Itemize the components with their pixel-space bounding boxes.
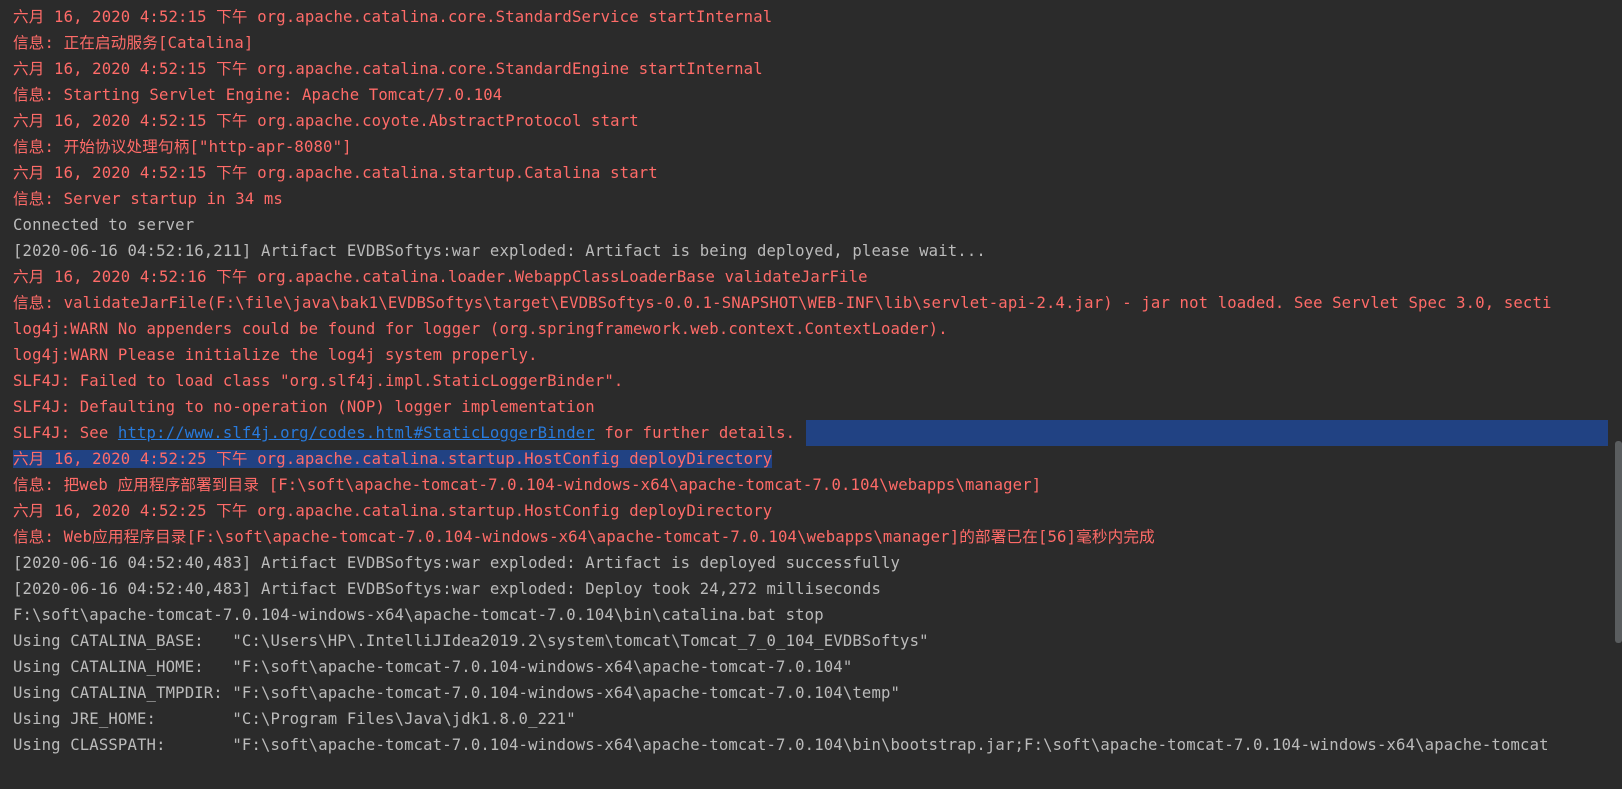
console-line: 信息: validateJarFile(F:\file\java\bak1\EV… <box>0 290 1622 316</box>
console-line-text: 信息: 把web 应用程序部署到目录 [F:\soft\apache-tomca… <box>13 476 1042 494</box>
console-line: [2020-06-16 04:52:40,483] Artifact EVDBS… <box>0 550 1622 576</box>
console-line: [2020-06-16 04:52:40,483] Artifact EVDBS… <box>0 576 1622 602</box>
console-line: F:\soft\apache-tomcat-7.0.104-windows-x6… <box>0 602 1622 628</box>
console-line: [2020-06-16 04:52:16,211] Artifact EVDBS… <box>0 238 1622 264</box>
console-line-text: [2020-06-16 04:52:40,483] Artifact EVDBS… <box>13 554 901 572</box>
console-line: 信息: 正在启动服务[Catalina] <box>0 30 1622 56</box>
console-line: 信息: Server startup in 34 ms <box>0 186 1622 212</box>
vertical-scrollbar[interactable] <box>1608 0 1622 789</box>
console-line-text: Using JRE_HOME: "C:\Program Files\Java\j… <box>13 710 576 728</box>
console-line-text: 信息: Web应用程序目录[F:\soft\apache-tomcat-7.0.… <box>13 528 1155 546</box>
console-line-text: log4j:WARN No appenders could be found f… <box>13 320 948 338</box>
console-line-text: 六月 16, 2020 4:52:25 下午 org.apache.catali… <box>13 502 773 520</box>
console-line-text: [2020-06-16 04:52:40,483] Artifact EVDBS… <box>13 580 881 598</box>
console-line: 六月 16, 2020 4:52:25 下午 org.apache.catali… <box>0 446 1622 472</box>
console-line-text: F:\soft\apache-tomcat-7.0.104-windows-x6… <box>13 606 824 624</box>
console-line: 六月 16, 2020 4:52:15 下午 org.apache.catali… <box>0 160 1622 186</box>
console-line: 六月 16, 2020 4:52:15 下午 org.apache.coyote… <box>0 108 1622 134</box>
console-line-text: 信息: 正在启动服务[Catalina] <box>13 34 254 52</box>
console-line-text: 信息: validateJarFile(F:\file\java\bak1\EV… <box>13 294 1552 312</box>
console-line: log4j:WARN Please initialize the log4j s… <box>0 342 1622 368</box>
console-line: 六月 16, 2020 4:52:16 下午 org.apache.catali… <box>0 264 1622 290</box>
console-line-text: 六月 16, 2020 4:52:15 下午 org.apache.catali… <box>13 8 773 26</box>
console-line: SLF4J: Defaulting to no-operation (NOP) … <box>0 394 1622 420</box>
console-line-text: 信息: Starting Servlet Engine: Apache Tomc… <box>13 86 503 104</box>
console-line: 信息: 开始协议处理句柄["http-apr-8080"] <box>0 134 1622 160</box>
console-line-text: 六月 16, 2020 4:52:25 下午 org.apache.catali… <box>13 450 773 468</box>
console-line-text: [2020-06-16 04:52:16,211] Artifact EVDBS… <box>13 242 986 260</box>
console-line: SLF4J: Failed to load class "org.slf4j.i… <box>0 368 1622 394</box>
console-line: log4j:WARN No appenders could be found f… <box>0 316 1622 342</box>
console-line: Using JRE_HOME: "C:\Program Files\Java\j… <box>0 706 1622 732</box>
run-console[interactable]: 六月 16, 2020 4:52:15 下午 org.apache.catali… <box>0 0 1622 789</box>
console-line-text: SLF4J: See <box>13 424 118 442</box>
console-line-text: Using CATALINA_HOME: "F:\soft\apache-tom… <box>13 658 853 676</box>
console-output[interactable]: 六月 16, 2020 4:52:15 下午 org.apache.catali… <box>0 4 1622 758</box>
console-line: 信息: Web应用程序目录[F:\soft\apache-tomcat-7.0.… <box>0 524 1622 550</box>
console-line-text: Using CATALINA_BASE: "C:\Users\HP\.Intel… <box>13 632 929 650</box>
console-line-text: SLF4J: Defaulting to no-operation (NOP) … <box>13 398 595 416</box>
console-line: 信息: 把web 应用程序部署到目录 [F:\soft\apache-tomca… <box>0 472 1622 498</box>
console-line-text: 六月 16, 2020 4:52:16 下午 org.apache.catali… <box>13 268 868 286</box>
console-line-text: SLF4J: Failed to load class "org.slf4j.i… <box>13 372 624 390</box>
console-line: Using CLASSPATH: "F:\soft\apache-tomcat-… <box>0 732 1622 758</box>
console-line-text: 六月 16, 2020 4:52:15 下午 org.apache.coyote… <box>13 112 639 130</box>
console-line-text: for further details. <box>594 424 796 442</box>
console-line-text: Using CLASSPATH: "F:\soft\apache-tomcat-… <box>13 736 1549 754</box>
console-line-text: 六月 16, 2020 4:52:15 下午 org.apache.catali… <box>13 60 763 78</box>
console-line: Using CATALINA_BASE: "C:\Users\HP\.Intel… <box>0 628 1622 654</box>
console-hyperlink[interactable]: http://www.slf4j.org/codes.html#StaticLo… <box>118 424 595 442</box>
console-line-text: 信息: Server startup in 34 ms <box>13 190 283 208</box>
console-line-text: Connected to server <box>13 216 195 234</box>
console-line: Using CATALINA_HOME: "F:\soft\apache-tom… <box>0 654 1622 680</box>
console-line: SLF4J: See http://www.slf4j.org/codes.ht… <box>0 420 1622 446</box>
console-line: 六月 16, 2020 4:52:15 下午 org.apache.catali… <box>0 56 1622 82</box>
console-line-text: 六月 16, 2020 4:52:15 下午 org.apache.catali… <box>13 164 658 182</box>
scrollbar-thumb[interactable] <box>1615 441 1622 643</box>
console-line: 六月 16, 2020 4:52:25 下午 org.apache.catali… <box>0 498 1622 524</box>
console-line: Using CATALINA_TMPDIR: "F:\soft\apache-t… <box>0 680 1622 706</box>
console-line-text: 信息: 开始协议处理句柄["http-apr-8080"] <box>13 138 352 156</box>
console-line-text: log4j:WARN Please initialize the log4j s… <box>13 346 538 364</box>
console-line-text: Using CATALINA_TMPDIR: "F:\soft\apache-t… <box>13 684 901 702</box>
console-line: 六月 16, 2020 4:52:15 下午 org.apache.catali… <box>0 4 1622 30</box>
console-line: 信息: Starting Servlet Engine: Apache Tomc… <box>0 82 1622 108</box>
console-line: Connected to server <box>0 212 1622 238</box>
